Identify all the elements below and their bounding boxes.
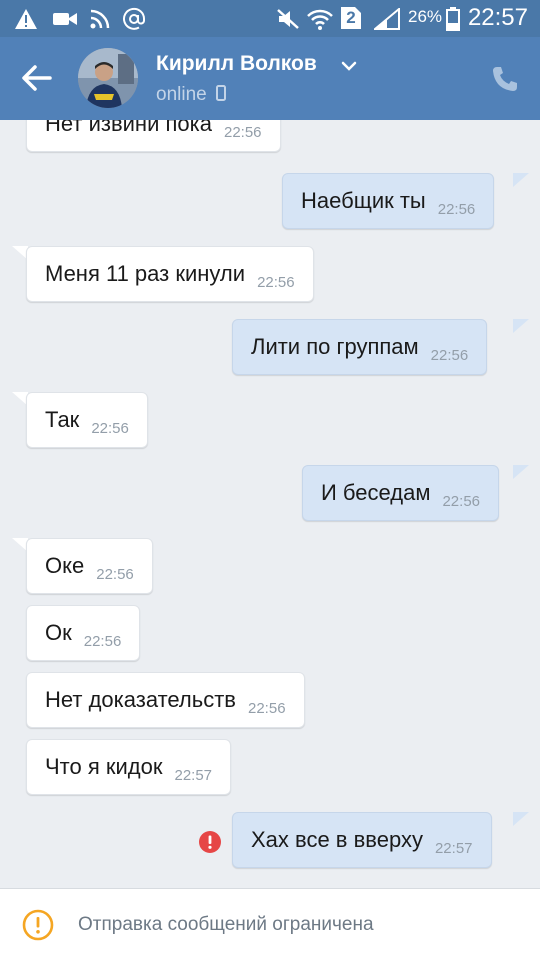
message-text: Нет доказательств	[45, 687, 236, 712]
message-text: Хах все в вверху	[251, 827, 423, 852]
message-time: 22:57	[174, 766, 213, 784]
message-bubble-outgoing[interactable]: И беседам 22:56	[302, 465, 500, 521]
sim-card-icon: 2	[340, 6, 362, 30]
status-bar: 2 26% 22:57	[0, 0, 540, 37]
signal-strength-icon	[374, 8, 400, 30]
status-clock: 22:57	[467, 4, 528, 31]
message-list[interactable]: Нет извини пока 22:56 Наебщик ты 22:56 М…	[0, 120, 540, 888]
message-text: Ок	[45, 620, 72, 645]
warning-circle-icon	[22, 909, 54, 941]
online-status-label: online	[156, 84, 207, 105]
message-time: 22:56	[442, 492, 481, 510]
message-bubble-incoming[interactable]: Нет извини пока 22:56	[26, 120, 281, 152]
message-time: 22:56	[83, 632, 122, 650]
message-time: 22:56	[437, 200, 476, 218]
messaging-restricted-bar: Отправка сообщений ограничена	[0, 888, 540, 961]
avatar[interactable]	[78, 48, 138, 108]
at-sign-icon	[122, 7, 146, 30]
message-time: 22:56	[96, 565, 134, 583]
online-status: online	[156, 84, 226, 106]
chevron-down-icon[interactable]	[340, 59, 358, 73]
message-bubble-incoming[interactable]: Что я кидок 22:57	[26, 739, 232, 795]
warning-triangle-icon	[14, 8, 38, 30]
message-bubble-incoming[interactable]: Ок 22:56	[26, 605, 141, 661]
message-bubble-incoming[interactable]: Оке 22:56	[26, 538, 153, 594]
bubble-tail	[513, 812, 529, 826]
message-text: Что я кидок	[45, 754, 163, 779]
message-time: 22:56	[248, 699, 286, 717]
chat-header: Кирилл Волков online	[0, 37, 540, 120]
message-bubble-incoming[interactable]: Так 22:56	[26, 392, 148, 448]
wifi-icon	[306, 8, 334, 30]
message-text: Нет извини пока	[45, 120, 212, 136]
back-arrow-icon[interactable]	[20, 61, 54, 95]
mobile-device-icon	[216, 85, 226, 101]
bubble-tail	[513, 173, 529, 187]
message-time: 22:56	[91, 419, 129, 437]
battery-icon	[446, 7, 460, 31]
message-bubble-incoming[interactable]: Нет доказательств 22:56	[26, 672, 305, 728]
muted-speaker-icon	[276, 8, 300, 30]
send-error-icon[interactable]	[199, 831, 221, 853]
battery-percent: 26%	[408, 7, 443, 26]
message-bubble-incoming[interactable]: Меня 11 раз кинули 22:56	[26, 246, 314, 302]
message-time: 22:57	[434, 839, 473, 857]
sim-slot-label: 2	[346, 8, 356, 27]
rss-feed-icon	[90, 8, 110, 30]
message-text: Меня 11 раз кинули	[45, 261, 246, 286]
message-time: 22:56	[430, 346, 469, 364]
restriction-notice: Отправка сообщений ограничена	[78, 914, 374, 935]
bubble-tail	[513, 465, 529, 479]
message-time: 22:56	[223, 123, 262, 141]
message-time: 22:56	[257, 273, 295, 291]
bubble-tail	[513, 319, 529, 333]
message-text: Так	[45, 407, 80, 432]
contact-name[interactable]: Кирилл Волков	[156, 52, 317, 76]
message-text: Лити по группам	[251, 334, 419, 359]
message-text: Оке	[45, 553, 85, 578]
message-bubble-outgoing[interactable]: Хах все в вверху 22:57	[232, 812, 492, 868]
message-text: Наебщик ты	[301, 188, 426, 213]
video-camera-icon	[52, 8, 78, 30]
message-text: И беседам	[321, 480, 431, 505]
message-bubble-outgoing[interactable]: Лити по группам 22:56	[232, 319, 488, 375]
message-bubble-outgoing[interactable]: Наебщик ты 22:56	[282, 173, 495, 229]
phone-call-icon[interactable]	[490, 64, 520, 94]
